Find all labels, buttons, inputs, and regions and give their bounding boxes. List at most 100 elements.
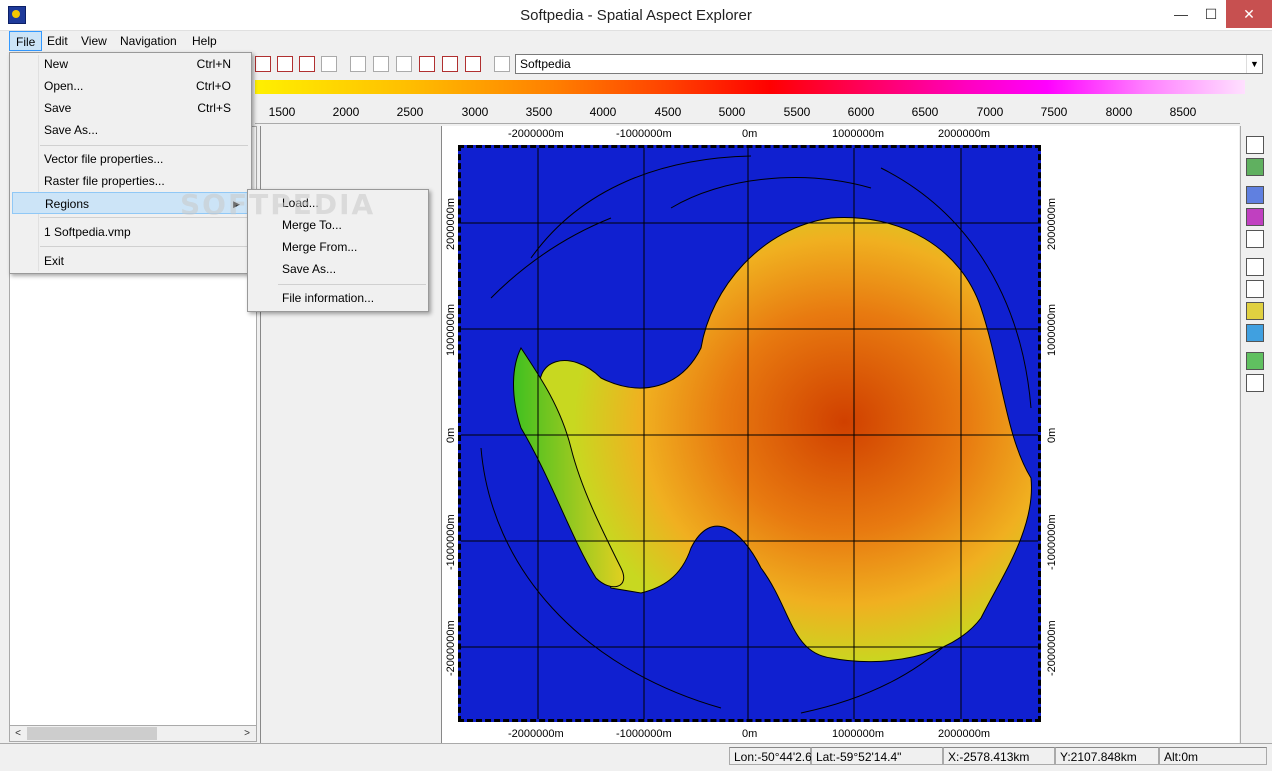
zoom-in-icon[interactable] <box>255 56 271 72</box>
menu-file[interactable]: File <box>9 31 43 51</box>
axis-icon[interactable] <box>1246 374 1264 392</box>
select-rect-icon[interactable] <box>1246 258 1264 276</box>
status-bar: Lon:-50°44'2.6" Lat:-59°52'14.4" X:-2578… <box>0 743 1272 771</box>
zoom-10-icon[interactable] <box>350 56 366 72</box>
color-scale-ruler: 1500 2000 2500 3000 3500 4000 4500 5000 … <box>255 96 1240 124</box>
menu-help[interactable]: Help <box>186 31 223 51</box>
x-coord-bottom: 0m <box>742 728 758 740</box>
menu-item-label: Open... <box>44 79 84 93</box>
legend-icon[interactable] <box>1246 352 1264 370</box>
y-coord-right: -1000000m <box>1046 514 1058 570</box>
menu-item-label: Save <box>44 101 72 115</box>
x-coord-bottom: 1000000m <box>832 728 884 740</box>
zoom-frame-10-icon[interactable] <box>465 56 481 72</box>
magnify-icon[interactable] <box>299 56 315 72</box>
zoom-5-icon[interactable] <box>373 56 389 72</box>
status-alt: Alt:0m <box>1159 747 1267 765</box>
menu-view[interactable]: View <box>75 31 113 51</box>
scale-tick-label: 4000 <box>589 105 617 119</box>
x-coord-top: 1000000m <box>832 128 884 140</box>
zoom-frame-5-icon[interactable] <box>442 56 458 72</box>
zoom-2-icon[interactable] <box>396 56 412 72</box>
menu-item-exit[interactable]: Exit <box>12 250 249 272</box>
menu-item-label: New <box>44 57 69 71</box>
table-icon[interactable] <box>1246 230 1264 248</box>
softpedia-watermark: SOFTPEDIA <box>180 188 376 221</box>
scale-tick-label: 3500 <box>525 105 553 119</box>
scale-tick-label: 6000 <box>847 105 875 119</box>
status-latitude: Lat:-59°52'14.4" <box>811 747 943 765</box>
menu-item-label: Raster file properties... <box>44 174 165 188</box>
submenu-item-save-as[interactable]: Save As... <box>250 258 426 280</box>
horizontal-scrollbar[interactable]: < > <box>9 725 257 742</box>
zoom-frame-2-icon[interactable] <box>419 56 435 72</box>
x-coord-bottom: 2000000m <box>938 728 990 740</box>
fit-extent-icon[interactable] <box>494 56 510 72</box>
y-coord-right: 1000000m <box>1046 304 1058 356</box>
scale-tick-label: 5500 <box>783 105 811 119</box>
antarctica-map-image <box>461 148 1038 719</box>
menu-item-label: Save As... <box>44 123 99 137</box>
scale-tick-label: 7000 <box>976 105 1004 119</box>
menu-item-save[interactable]: Save Ctrl+S <box>12 97 249 119</box>
menu-navigation[interactable]: Navigation <box>114 31 183 51</box>
menu-item-new[interactable]: New Ctrl+N <box>12 53 249 75</box>
menu-item-shortcut: Ctrl+S <box>197 101 231 115</box>
scroll-left-icon[interactable]: < <box>11 726 25 741</box>
menu-item-shortcut: Ctrl+O <box>195 79 231 93</box>
region-icon[interactable] <box>1246 136 1264 154</box>
y-coord-left: 2000000m <box>445 198 457 250</box>
scale-tick-label: 7500 <box>1040 105 1068 119</box>
scroll-thumb[interactable] <box>27 727 157 740</box>
y-coord-left: -2000000m <box>445 620 457 676</box>
y-coord-right: 0m <box>1046 427 1058 443</box>
contour-icon[interactable] <box>1246 324 1264 342</box>
minimize-button[interactable]: — <box>1166 0 1196 28</box>
maximize-button[interactable]: ☐ <box>1196 0 1226 28</box>
chevron-down-icon[interactable]: ▼ <box>1246 55 1262 73</box>
menu-item-label: Vector file properties... <box>44 152 164 166</box>
scale-tick-label: 1500 <box>268 105 296 119</box>
submenu-item-file-information[interactable]: File information... <box>250 287 426 309</box>
scale-tick-label: 4500 <box>654 105 682 119</box>
menu-item-shortcut: Ctrl+N <box>196 57 231 71</box>
y-coord-right: 2000000m <box>1046 198 1058 250</box>
layer-combo-value: Softpedia <box>520 57 571 71</box>
map-raster-frame[interactable] <box>458 145 1041 722</box>
close-button[interactable]: ✕ <box>1226 0 1272 28</box>
status-x: X:-2578.413km <box>943 747 1055 765</box>
x-coord-top: 0m <box>742 128 758 140</box>
x-coord-bottom: -2000000m <box>508 728 564 740</box>
scale-tick-label: 2000 <box>332 105 360 119</box>
scale-tick-label: 8000 <box>1105 105 1133 119</box>
menu-item-label: 1 Softpedia.vmp <box>44 225 131 239</box>
palette-icon[interactable] <box>1246 186 1264 204</box>
x-coord-top: -1000000m <box>616 128 672 140</box>
menu-item-save-as[interactable]: Save As... <box>12 119 249 141</box>
shapes-icon[interactable] <box>1246 208 1264 226</box>
y-coord-right: -2000000m <box>1046 620 1058 676</box>
x-coord-top: 2000000m <box>938 128 990 140</box>
layer-combo[interactable]: Softpedia ▼ <box>515 54 1263 74</box>
camera-icon[interactable] <box>321 56 337 72</box>
menu-separator <box>278 284 426 285</box>
zoom-out-icon[interactable] <box>277 56 293 72</box>
y-coord-left: 1000000m <box>445 304 457 356</box>
menu-bar: File Edit View Navigation Help <box>0 31 1272 51</box>
submenu-item-merge-from[interactable]: Merge From... <box>250 236 426 258</box>
scale-tick-label: 6500 <box>911 105 939 119</box>
menu-item-vector-properties[interactable]: Vector file properties... <box>12 148 249 170</box>
menu-item-label: Regions <box>45 197 90 211</box>
grid-icon[interactable] <box>1246 280 1264 298</box>
menu-separator <box>40 246 248 247</box>
raster-icon[interactable] <box>1246 302 1264 320</box>
window-title: Softpedia - Spatial Aspect Explorer <box>520 7 752 24</box>
menu-item-recent-file[interactable]: 1 Softpedia.vmp <box>12 221 249 243</box>
scale-tick-label: 8500 <box>1169 105 1197 119</box>
menu-item-open[interactable]: Open... Ctrl+O <box>12 75 249 97</box>
layers-icon[interactable] <box>1246 158 1264 176</box>
scroll-right-icon[interactable]: > <box>240 726 254 741</box>
menu-edit[interactable]: Edit <box>41 31 74 51</box>
scale-tick-label: 5000 <box>718 105 746 119</box>
menu-separator <box>40 145 248 146</box>
